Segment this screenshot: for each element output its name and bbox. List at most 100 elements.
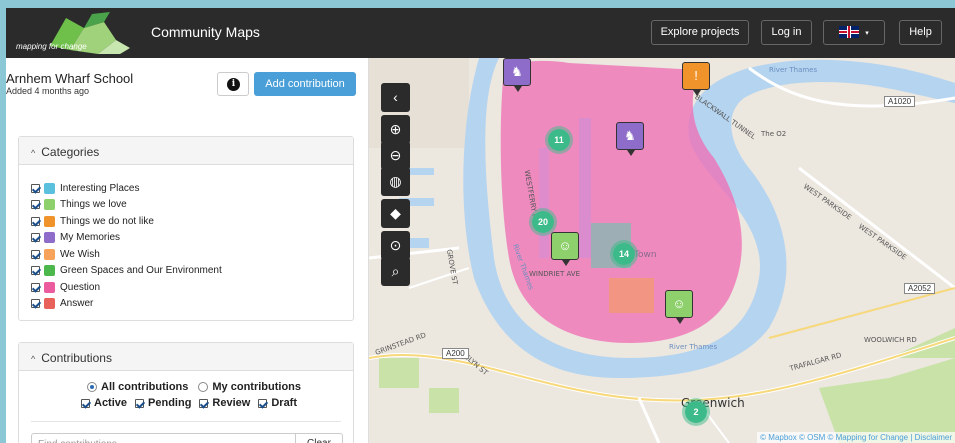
category-label: Green Spaces and Our Environment bbox=[60, 264, 222, 276]
globe-icon: ◍ bbox=[389, 173, 402, 189]
category-label: Interesting Places bbox=[60, 182, 140, 194]
radio-my-contributions[interactable] bbox=[198, 382, 209, 392]
map-label-o2: The O2 bbox=[761, 130, 787, 138]
collapse-sidebar-button[interactable]: ‹ bbox=[381, 83, 410, 112]
checkbox-review[interactable] bbox=[199, 398, 209, 408]
uk-flag-icon bbox=[839, 26, 860, 39]
status-filters: Active Pending Review Draft bbox=[81, 397, 297, 409]
checkbox[interactable] bbox=[31, 298, 40, 308]
contributions-heading: Contributions bbox=[41, 351, 112, 365]
clear-search-button[interactable]: Clear bbox=[295, 433, 343, 443]
category-label: My Memories bbox=[60, 231, 121, 243]
people-icon: ☺ bbox=[672, 296, 686, 311]
marker-cluster[interactable]: 14 bbox=[610, 240, 638, 268]
category-item-my-memories[interactable]: My Memories bbox=[31, 230, 120, 244]
marker-my-memories[interactable]: ♞ bbox=[616, 122, 644, 156]
category-item-green-spaces[interactable]: Green Spaces and Our Environment bbox=[31, 263, 222, 277]
checkbox[interactable] bbox=[31, 282, 40, 292]
my-memories-icon bbox=[44, 231, 55, 243]
zoom-out-button[interactable]: ⊖ bbox=[381, 141, 410, 170]
search-map-button[interactable]: ⌕ bbox=[381, 257, 410, 286]
map-view[interactable]: River Thames River Thames River Thames T… bbox=[369, 58, 955, 443]
road-shield: A1020 bbox=[884, 96, 916, 107]
map-canvas bbox=[369, 58, 955, 443]
locate-button[interactable]: ⊙ bbox=[381, 231, 410, 260]
explore-projects-button[interactable]: Explore projects bbox=[651, 20, 749, 45]
checkbox-pending[interactable] bbox=[135, 398, 145, 408]
chevron-left-icon: ‹ bbox=[393, 89, 398, 105]
marker-green-spaces[interactable]: ☺ bbox=[551, 232, 579, 266]
zoom-in-button[interactable]: ⊕ bbox=[381, 115, 410, 144]
categories-panel: ^ Categories Interesting Places Things we… bbox=[18, 136, 354, 321]
app-window: mapping for change Community Maps Explor… bbox=[6, 8, 955, 443]
app-title[interactable]: Community Maps bbox=[151, 24, 260, 40]
marker-cluster[interactable]: 2 bbox=[682, 398, 710, 426]
things-we-do-not-like-icon bbox=[44, 215, 55, 227]
add-contribution-button[interactable]: Add contribution bbox=[254, 72, 356, 96]
category-item-things-we-do-not-like[interactable]: Things we do not like bbox=[31, 214, 154, 228]
road-shield: A2052 bbox=[904, 283, 936, 294]
marker-my-memories[interactable]: ♞ bbox=[503, 58, 531, 92]
memories-icon: ♞ bbox=[511, 64, 523, 79]
info-button[interactable]: i bbox=[217, 72, 249, 96]
logo-text: mapping for change bbox=[16, 42, 87, 51]
divider bbox=[31, 421, 341, 422]
checkbox[interactable] bbox=[31, 265, 40, 275]
marker-cluster[interactable]: 11 bbox=[545, 126, 573, 154]
map-attribution[interactable]: © Mapbox © OSM © Mapping for Change | Di… bbox=[757, 432, 955, 443]
sidebar: Arnhem Wharf School Added 4 months ago i… bbox=[6, 58, 369, 443]
project-title: Arnhem Wharf School bbox=[6, 71, 134, 86]
checkbox-active[interactable] bbox=[81, 398, 90, 408]
warning-icon: ! bbox=[694, 68, 698, 83]
filter-review-label: Review bbox=[212, 397, 251, 409]
info-icon: i bbox=[227, 78, 240, 91]
checkbox[interactable] bbox=[31, 183, 40, 193]
answer-icon bbox=[44, 297, 55, 309]
world-view-button[interactable]: ◍ bbox=[381, 167, 410, 196]
radio-mine-label: My contributions bbox=[212, 381, 301, 393]
checkbox-draft[interactable] bbox=[258, 398, 268, 408]
checkbox[interactable] bbox=[31, 249, 40, 259]
category-label: Question bbox=[60, 281, 101, 293]
category-item-answer[interactable]: Answer bbox=[31, 296, 93, 310]
green-spaces-icon bbox=[44, 264, 55, 276]
language-selector[interactable]: ▾ bbox=[823, 20, 885, 45]
category-label: Answer bbox=[60, 297, 94, 309]
radio-all-contributions[interactable] bbox=[87, 382, 97, 392]
category-item-things-we-love[interactable]: Things we love bbox=[31, 197, 127, 211]
category-item-question[interactable]: Question bbox=[31, 280, 100, 294]
help-button[interactable]: Help bbox=[899, 20, 942, 45]
we-wish-icon bbox=[44, 248, 55, 260]
interesting-places-icon bbox=[44, 182, 55, 194]
search-icon: ⌕ bbox=[391, 263, 400, 279]
zoom-out-icon: ⊖ bbox=[389, 147, 402, 163]
map-label-road: WOOLWICH RD bbox=[864, 336, 917, 344]
checkbox[interactable] bbox=[31, 199, 40, 209]
crosshair-icon: ⊙ bbox=[389, 237, 402, 253]
category-label: Things we do not like bbox=[60, 215, 154, 227]
checkbox[interactable] bbox=[31, 216, 40, 226]
checkbox[interactable] bbox=[31, 232, 40, 242]
marker-green-spaces[interactable]: ☺ bbox=[665, 290, 693, 324]
layers-icon: ◆ bbox=[390, 205, 401, 221]
chevron-up-icon: ^ bbox=[31, 354, 36, 364]
categories-heading: Categories bbox=[41, 145, 100, 159]
mapping-for-change-logo[interactable]: mapping for change bbox=[12, 10, 136, 54]
map-label-river: River Thames bbox=[769, 66, 818, 74]
layers-button[interactable]: ◆ bbox=[381, 199, 410, 228]
categories-header[interactable]: ^ Categories bbox=[19, 137, 353, 165]
marker-cluster[interactable]: 20 bbox=[529, 208, 557, 236]
marker-things-we-do-not-like[interactable]: ! bbox=[682, 62, 710, 96]
road-shield: A200 bbox=[442, 348, 469, 359]
radio-all-label: All contributions bbox=[101, 381, 189, 393]
chevron-down-icon: ▾ bbox=[865, 30, 869, 37]
top-navbar: mapping for change Community Maps Explor… bbox=[6, 8, 955, 58]
category-item-interesting-places[interactable]: Interesting Places bbox=[31, 181, 140, 195]
find-contributions-input[interactable]: Find contributions... bbox=[31, 433, 296, 443]
category-item-we-wish[interactable]: We Wish bbox=[31, 247, 100, 261]
contributions-header[interactable]: ^ Contributions bbox=[19, 343, 353, 371]
chevron-up-icon: ^ bbox=[31, 148, 36, 158]
zoom-in-icon: ⊕ bbox=[389, 121, 402, 137]
question-icon bbox=[44, 281, 55, 293]
login-button[interactable]: Log in bbox=[761, 20, 812, 45]
